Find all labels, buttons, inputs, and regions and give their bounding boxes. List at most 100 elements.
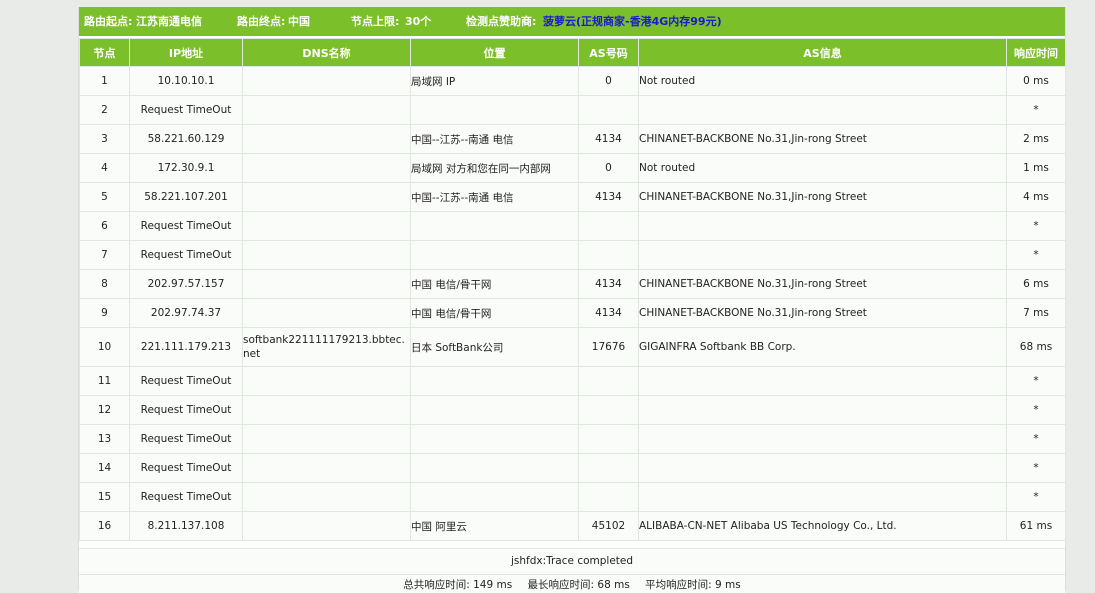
cell-location — [411, 96, 578, 124]
cell-as-info: ALIBABA-CN-NET Alibaba US Technology Co.… — [639, 512, 1006, 540]
cell-dns — [243, 270, 410, 298]
cell-location — [411, 454, 578, 482]
cell-location: 中国--江苏--南通 电信 — [411, 125, 578, 153]
cell-hop: 13 — [80, 425, 129, 453]
cell-location: 局域网 对方和您在同一内部网 — [411, 154, 578, 182]
cell-asn: 4134 — [579, 270, 638, 298]
cell-response-time: * — [1007, 454, 1065, 482]
cell-dns — [243, 454, 410, 482]
cell-dns — [243, 67, 410, 95]
total-response-time: 总共响应时间: 149 ms — [403, 579, 513, 591]
cell-hop: 2 — [80, 96, 129, 124]
cell-hop: 4 — [80, 154, 129, 182]
cell-location — [411, 212, 578, 240]
cell-ip: 202.97.74.37 — [130, 299, 242, 327]
destination-value: 中国 — [288, 15, 310, 28]
trace-summary-bar: 路由起点: 江苏南通电信 路由终点: 中国 节点上限: 30个 检测点赞助商: … — [79, 7, 1065, 36]
cell-as-info — [639, 425, 1006, 453]
cell-asn — [579, 367, 638, 395]
cell-asn: 17676 — [579, 328, 638, 366]
sponsor-note-link[interactable]: (正规商家-香港4G内存99元) — [576, 7, 722, 36]
cell-as-info — [639, 212, 1006, 240]
cell-as-info — [639, 96, 1006, 124]
origin-label: 路由起点: — [84, 15, 133, 28]
table-row: 8 202.97.57.157 中国 电信/骨干网 4134 CHINANET-BACK… — [80, 270, 1065, 298]
cell-location: 局域网 IP — [411, 67, 578, 95]
cell-hop: 8 — [80, 270, 129, 298]
trace-panel: 路由起点: 江苏南通电信 路由终点: 中国 节点上限: 30个 检测点赞助商: … — [78, 7, 1066, 593]
cell-dns — [243, 425, 410, 453]
cell-ip: Request TimeOut — [130, 96, 242, 124]
table-row: 7 Request TimeOut * — [80, 241, 1065, 269]
cell-dns — [243, 483, 410, 511]
cell-asn: 4134 — [579, 299, 638, 327]
table-row: 14 Request TimeOut * — [80, 454, 1065, 482]
cell-hop: 1 — [80, 67, 129, 95]
cell-hop: 15 — [80, 483, 129, 511]
cell-response-time: 2 ms — [1007, 125, 1065, 153]
cell-as-info: CHINANET-BACKBONE No.31,Jin-rong Street — [639, 183, 1006, 211]
cell-dns — [243, 96, 410, 124]
cell-dns — [243, 241, 410, 269]
cell-as-info — [639, 396, 1006, 424]
cell-location — [411, 367, 578, 395]
cell-location — [411, 483, 578, 511]
column-header-hop: 节点 — [80, 39, 129, 66]
cell-asn: 4134 — [579, 183, 638, 211]
cell-as-info: Not routed — [639, 154, 1006, 182]
column-header-dns: DNS名称 — [243, 39, 410, 66]
cell-dns: softbank221111179213.bbtec.net — [243, 328, 410, 366]
cell-hop: 16 — [80, 512, 129, 540]
table-row: 3 58.221.60.129 中国--江苏--南通 电信 4134 CHINANET-… — [80, 125, 1065, 153]
sponsor-label: 检测点赞助商: — [466, 15, 537, 28]
cell-location: 日本 SoftBank公司 — [411, 328, 578, 366]
cell-dns — [243, 512, 410, 540]
cell-as-info: GIGAINFRA Softbank BB Corp. — [639, 328, 1006, 366]
cell-response-time: * — [1007, 367, 1065, 395]
cell-ip: Request TimeOut — [130, 367, 242, 395]
table-row: 15 Request TimeOut * — [80, 483, 1065, 511]
table-row: 13 Request TimeOut * — [80, 425, 1065, 453]
cell-location: 中国--江苏--南通 电信 — [411, 183, 578, 211]
table-row: 10 221.111.179.213 softbank221111179213.bb… — [80, 328, 1065, 366]
trace-table: 节点 IP地址 DNS名称 位置 AS号码 AS信息 响应时间 1 10.10.1… — [79, 38, 1066, 541]
trace-status: jshfdx:Trace completed — [79, 548, 1065, 573]
column-header-location: 位置 — [411, 39, 578, 66]
cell-as-info — [639, 483, 1006, 511]
cell-ip: 172.30.9.1 — [130, 154, 242, 182]
cell-asn — [579, 396, 638, 424]
cell-ip: Request TimeOut — [130, 241, 242, 269]
cell-hop: 7 — [80, 241, 129, 269]
cell-dns — [243, 183, 410, 211]
cell-as-info: CHINANET-BACKBONE No.31,Jin-rong Street — [639, 299, 1006, 327]
cell-response-time: 61 ms — [1007, 512, 1065, 540]
table-row: 1 10.10.10.1 局域网 IP 0 Not routed 0 ms — [80, 67, 1065, 95]
cell-response-time: 0 ms — [1007, 67, 1065, 95]
cell-ip: 58.221.107.201 — [130, 183, 242, 211]
cell-location — [411, 241, 578, 269]
cell-as-info: Not routed — [639, 67, 1006, 95]
cell-location — [411, 396, 578, 424]
table-row: 5 58.221.107.201 中国--江苏--南通 电信 4134 CHINANET… — [80, 183, 1065, 211]
cell-response-time: * — [1007, 241, 1065, 269]
cell-location: 中国 电信/骨干网 — [411, 299, 578, 327]
sponsor-link[interactable]: 菠萝云 — [543, 7, 576, 36]
cell-response-time: * — [1007, 396, 1065, 424]
cell-hop: 12 — [80, 396, 129, 424]
column-header-as-info: AS信息 — [639, 39, 1006, 66]
cell-asn: 0 — [579, 67, 638, 95]
table-row: 11 Request TimeOut * — [80, 367, 1065, 395]
table-row: 4 172.30.9.1 局域网 对方和您在同一内部网 0 Not routed 1 ms — [80, 154, 1065, 182]
cell-location: 中国 电信/骨干网 — [411, 270, 578, 298]
cell-ip: 10.10.10.1 — [130, 67, 242, 95]
cell-asn: 0 — [579, 154, 638, 182]
trace-stats: 总共响应时间: 149 ms 最长响应时间: 68 ms 平均响应时间: 9 m… — [79, 574, 1065, 593]
cell-hop: 5 — [80, 183, 129, 211]
cell-asn: 4134 — [579, 125, 638, 153]
hop-limit-label: 节点上限: — [351, 15, 400, 28]
cell-as-info: CHINANET-BACKBONE No.31,Jin-rong Street — [639, 270, 1006, 298]
cell-response-time: * — [1007, 96, 1065, 124]
cell-hop: 14 — [80, 454, 129, 482]
destination-label: 路由终点: — [237, 15, 286, 28]
column-header-asn: AS号码 — [579, 39, 638, 66]
